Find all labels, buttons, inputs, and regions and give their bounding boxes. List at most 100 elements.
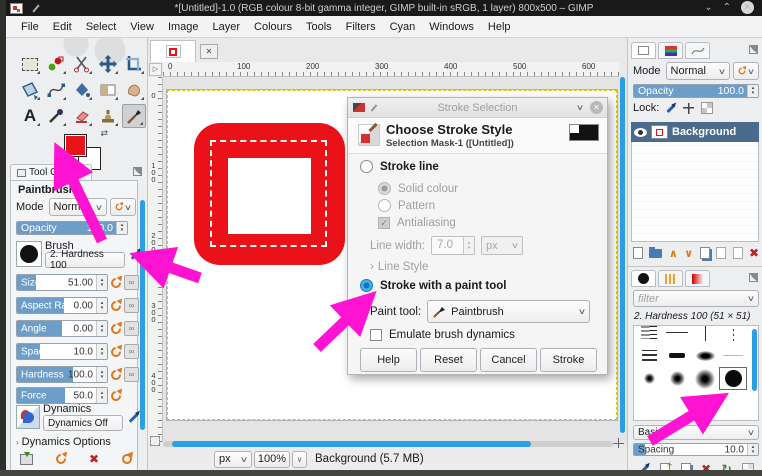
link-toggle-icon[interactable]: ∞: [124, 321, 139, 336]
reset-slider-icon[interactable]: [108, 344, 124, 359]
menu-item-tools[interactable]: Tools: [299, 18, 339, 36]
minimize-icon[interactable]: ⌄: [704, 2, 712, 13]
brush-thumb-fuzzy-lg[interactable]: [691, 367, 719, 390]
restore-tool-preset-button[interactable]: [53, 451, 69, 467]
line-width-input[interactable]: 7.0 ▴ ▾: [430, 236, 475, 255]
brush-thumb-tbar[interactable]: [663, 344, 691, 367]
lock-pixels-icon[interactable]: [666, 103, 676, 113]
layer-mode-reset-button[interactable]: ∨: [732, 62, 759, 80]
link-toggle-icon[interactable]: ∞: [124, 298, 139, 313]
opacity-slider[interactable]: Opacity 100.0 ▴ ▾: [16, 221, 128, 235]
layer-row-background[interactable]: Background: [631, 122, 759, 142]
cancel-button[interactable]: Cancel: [480, 348, 537, 372]
close-icon[interactable]: ✕: [741, 1, 754, 14]
crop-tool-icon[interactable]: [122, 52, 146, 76]
solid-colour-radio[interactable]: [378, 182, 391, 195]
angle-slider[interactable]: Angle 0.00 ▴ ▾: [16, 320, 108, 337]
unit-select[interactable]: px ∨: [214, 450, 252, 468]
menu-item-colours[interactable]: Colours: [247, 18, 299, 36]
smudge-tool-icon[interactable]: [122, 78, 146, 102]
save-tool-preset-button[interactable]: [20, 451, 33, 465]
swap-colours-icon[interactable]: ⇄: [100, 128, 108, 139]
dialog-title-bar[interactable]: Stroke Selection ∨ ✕: [348, 98, 607, 118]
force-slider[interactable]: Force 50.0 ▴ ▾: [16, 387, 108, 404]
spacing-slider[interactable]: Spacing 10.0 ▴ ▾: [16, 343, 108, 360]
link-toggle-icon[interactable]: ∞: [124, 275, 139, 290]
brush-thumb-faint[interactable]: [719, 344, 747, 367]
quick-mask-toggle[interactable]: [150, 436, 160, 446]
dashboard-tab-icon[interactable]: ✕: [200, 44, 218, 59]
edit-dynamics-icon[interactable]: [128, 411, 140, 423]
clone-tool-icon[interactable]: [96, 104, 120, 128]
scissors-tool-icon[interactable]: [70, 52, 94, 76]
lock-alpha-icon[interactable]: [701, 102, 714, 114]
dynamics-thumbnail[interactable]: [16, 405, 40, 429]
select-by-colour-tool-icon[interactable]: [44, 52, 68, 76]
merge-layer-button[interactable]: [716, 247, 727, 259]
tab-layers[interactable]: [631, 42, 656, 59]
tab-brushes[interactable]: [631, 270, 656, 287]
slider-spinner[interactable]: ▴ ▾: [96, 275, 107, 290]
horizontal-ruler[interactable]: 0 100 200 300 400 500 600: [163, 62, 619, 77]
brush-filter-input[interactable]: filter ∨: [633, 290, 759, 307]
rect-select-tool-icon[interactable]: [18, 52, 42, 76]
brush-thumb-dotline[interactable]: [719, 326, 747, 344]
transform-tool-icon[interactable]: [18, 78, 42, 102]
dialog-menu-icon[interactable]: ∨: [576, 103, 584, 112]
raise-layer-button[interactable]: ∧: [669, 247, 678, 260]
move-tool-icon[interactable]: [96, 52, 120, 76]
vertical-ruler[interactable]: 0 100 200 300 400: [148, 77, 163, 442]
link-toggle-icon[interactable]: ∞: [124, 344, 139, 359]
menu-item-filters[interactable]: Filters: [339, 18, 383, 36]
detach-dock-icon[interactable]: [749, 45, 758, 54]
layer-opacity-slider[interactable]: Opacity 100.0 ▴ ▾: [633, 84, 759, 98]
horizontal-scrollbar[interactable]: [172, 441, 531, 447]
brush-thumb-dashes[interactable]: [635, 344, 663, 367]
bucket-fill-tool-icon[interactable]: [70, 78, 94, 102]
menu-item-layer[interactable]: Layer: [206, 18, 248, 36]
tab-gradients[interactable]: [685, 270, 710, 287]
brush-thumb-hline[interactable]: [663, 326, 691, 344]
line-width-unit-select[interactable]: px ∨: [480, 236, 523, 255]
dynamics-box[interactable]: Dynamics Off: [43, 415, 123, 431]
vertical-scrollbar[interactable]: [620, 77, 625, 433]
reset-slider-icon[interactable]: [108, 275, 124, 290]
layer-mode-select[interactable]: Normal ∨: [665, 62, 730, 80]
brush-thumbnail[interactable]: [16, 241, 42, 267]
reset-slider-icon[interactable]: [108, 367, 124, 382]
menu-item-image[interactable]: Image: [161, 18, 206, 36]
tool-options-scrollbar[interactable]: [140, 200, 145, 430]
size-slider[interactable]: Size 51.00 ▴ ▾: [16, 274, 108, 291]
menu-item-windows[interactable]: Windows: [422, 18, 481, 36]
delete-layer-button[interactable]: ✖: [749, 246, 759, 260]
title-bar[interactable]: *[Untitled]-1.0 (RGB colour 8-bit gamma …: [6, 0, 762, 16]
tab-tool-options[interactable]: Tool Options: [10, 164, 92, 180]
brush-name-box[interactable]: 2. Hardness 100: [45, 249, 125, 271]
menu-item-file[interactable]: File: [14, 18, 46, 36]
dynamics-options-expander[interactable]: › Dynamics Options: [16, 436, 111, 448]
text-tool-icon[interactable]: A: [18, 104, 42, 128]
mode-reset-button[interactable]: ∨: [109, 198, 136, 216]
layer-opacity-spinner[interactable]: ▴ ▾: [747, 85, 758, 97]
slider-spinner[interactable]: ▴ ▾: [96, 344, 107, 359]
brush-thumb-fuzzy-md[interactable]: [663, 367, 691, 390]
slider-spinner[interactable]: ▴ ▾: [96, 298, 107, 313]
slider-spinner[interactable]: ▴ ▾: [96, 321, 107, 336]
color-picker-tool-icon[interactable]: [44, 104, 68, 128]
menu-item-select[interactable]: Select: [79, 18, 124, 36]
brush-thumb-solid[interactable]: [719, 367, 747, 390]
brush-thumb-bell[interactable]: [691, 344, 719, 367]
stroke-line-radio[interactable]: [360, 160, 373, 173]
pattern-radio[interactable]: [378, 199, 391, 212]
menu-item-edit[interactable]: Edit: [46, 18, 79, 36]
image-tab[interactable]: [150, 40, 196, 62]
stroke-paint-tool-option[interactable]: Stroke with a paint tool: [360, 279, 507, 292]
stroke-button[interactable]: Stroke: [540, 348, 597, 372]
duplicate-layer-button[interactable]: [699, 247, 710, 259]
brush-thumb-script[interactable]: [635, 326, 663, 344]
lower-layer-button[interactable]: ∨: [684, 247, 693, 260]
zoom-value-box[interactable]: 100%: [254, 450, 290, 468]
opacity-spinner[interactable]: ▴ ▾: [116, 222, 127, 234]
menu-item-help[interactable]: Help: [481, 18, 518, 36]
brush-thumb-vline[interactable]: [691, 326, 719, 344]
